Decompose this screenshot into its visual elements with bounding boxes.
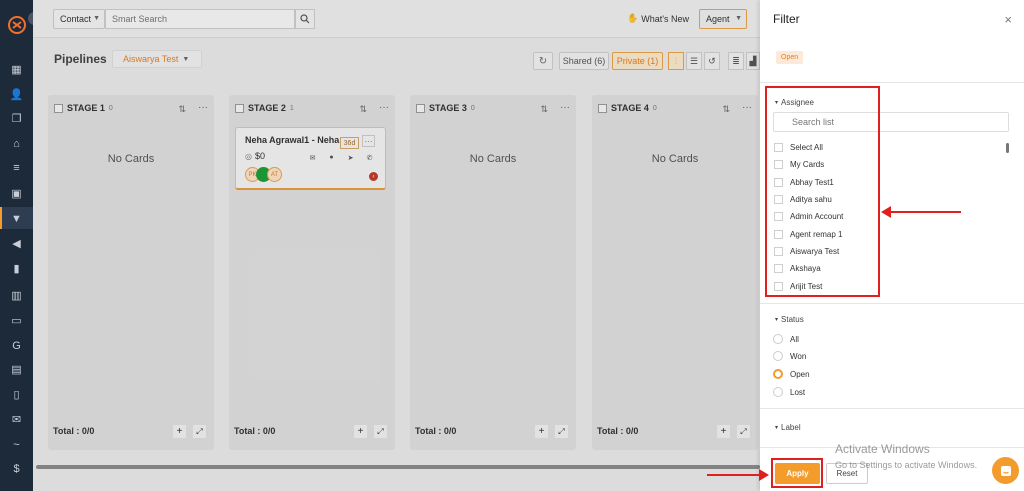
google-icon[interactable]: G [9, 338, 24, 353]
chat-icon [1000, 465, 1011, 476]
list-scrollbar[interactable] [1006, 143, 1009, 153]
radio-button[interactable] [773, 351, 783, 361]
label-label: Label [781, 423, 801, 432]
arrow-head-icon [759, 469, 769, 481]
billing-icon[interactable]: $ [9, 461, 24, 476]
chat-button[interactable] [992, 457, 1019, 484]
status-option-label: Won [790, 351, 807, 361]
caret-down-icon: ▾ [775, 425, 779, 431]
status-option[interactable]: All [773, 334, 799, 344]
status-option[interactable]: Lost [773, 387, 805, 397]
documents-icon[interactable]: ❐ [9, 111, 24, 126]
close-icon[interactable]: × [1004, 12, 1012, 27]
radio-button[interactable] [773, 387, 783, 397]
divider [760, 82, 1024, 83]
contacts-icon[interactable]: 👤 [9, 87, 24, 102]
reports-icon[interactable]: ▥ [9, 288, 24, 303]
annotation-arrow-apply [707, 474, 761, 476]
signature-icon[interactable]: ~ [9, 437, 24, 452]
status-option-label: Lost [790, 387, 806, 397]
list-icon[interactable]: ≡ [9, 160, 24, 175]
label-section-label[interactable]: ▾ Label [775, 423, 801, 432]
modal-overlay[interactable] [33, 0, 760, 491]
radio-button[interactable] [773, 334, 783, 344]
company-icon[interactable]: ⌂ [9, 136, 24, 151]
calendar-icon[interactable]: ▤ [9, 362, 24, 377]
pipeline-filter-icon[interactable]: ▼ [9, 211, 24, 226]
left-sidebar: › ▦ 👤 ❐ ⌂ ≡ ▣ ▼ ◀ ▮ ▥ ▭ G ▤ ▯ ✉ ~ $ [0, 0, 41, 491]
contact-card-icon[interactable]: ▣ [9, 186, 24, 201]
megaphone-icon[interactable]: ◀ [9, 236, 24, 251]
arrow-head-icon [881, 206, 891, 218]
filter-title: Filter [773, 12, 800, 26]
divider [760, 303, 1024, 304]
status-option-label: Open [790, 369, 810, 379]
status-option-label: All [790, 334, 799, 344]
dashboard-icon[interactable]: ▦ [9, 62, 24, 77]
annotation-box-apply [771, 458, 823, 488]
annotation-box-assignee [765, 86, 880, 297]
radio-button-selected[interactable] [773, 369, 783, 379]
divider [760, 408, 1024, 409]
caret-down-icon: ▾ [775, 317, 779, 323]
active-filter-chip[interactable]: Open [776, 51, 804, 64]
notes-icon[interactable]: ▯ [9, 387, 24, 402]
activate-windows-subtitle: Go to Settings to activate Windows. [835, 460, 978, 470]
status-option[interactable]: Won [773, 351, 806, 361]
folder-icon[interactable]: ▭ [9, 313, 24, 328]
book-icon[interactable]: ▮ [9, 261, 24, 276]
activate-windows-title: Activate Windows [835, 442, 930, 456]
status-option[interactable]: Open [773, 369, 810, 379]
status-section-label[interactable]: ▾ Status [775, 315, 804, 324]
app-logo-icon[interactable] [8, 16, 26, 34]
status-label: Status [781, 315, 804, 324]
annotation-arrow-assignee [888, 211, 961, 213]
mail-icon[interactable]: ✉ [9, 412, 24, 427]
